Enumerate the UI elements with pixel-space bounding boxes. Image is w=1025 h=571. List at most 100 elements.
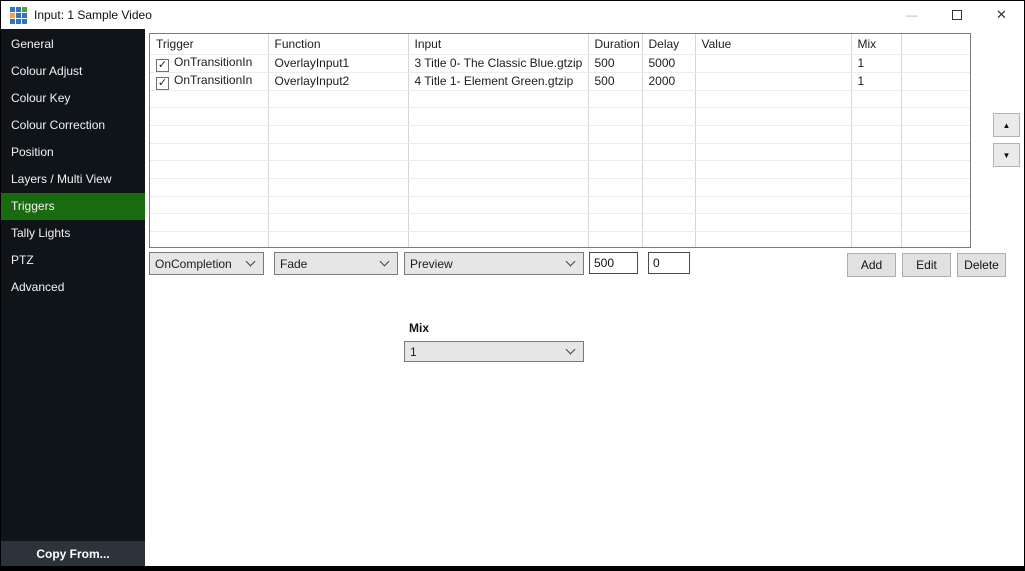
add-button[interactable]: Add bbox=[847, 253, 896, 277]
table-body: ✓OnTransitionInOverlayInput13 Title 0- T… bbox=[150, 54, 971, 248]
empty-table-row bbox=[150, 125, 971, 143]
empty-cell bbox=[695, 232, 851, 249]
chevron-down-icon bbox=[380, 257, 390, 267]
empty-cell bbox=[695, 214, 851, 232]
sidebar-item-layers-multi-view[interactable]: Layers / Multi View bbox=[1, 166, 145, 193]
trigger-type-select[interactable]: OnCompletion bbox=[149, 252, 264, 275]
empty-cell bbox=[408, 108, 588, 126]
empty-cell bbox=[695, 143, 851, 161]
column-header-mix: Mix bbox=[851, 34, 901, 54]
column-header-function: Function bbox=[268, 34, 408, 54]
copy-from-button[interactable]: Copy From... bbox=[1, 541, 145, 567]
cell-trigger: ✓OnTransitionIn bbox=[150, 54, 268, 72]
minimize-button[interactable]: — bbox=[889, 1, 934, 29]
empty-cell bbox=[150, 232, 268, 249]
settings-sidebar: GeneralColour AdjustColour KeyColour Cor… bbox=[1, 29, 145, 568]
title-bar: Input: 1 Sample Video — ✕ bbox=[1, 1, 1024, 29]
cell-value bbox=[695, 72, 851, 90]
column-header-value: Value bbox=[695, 34, 851, 54]
empty-cell bbox=[268, 232, 408, 249]
function-value: Fade bbox=[275, 257, 381, 271]
up-arrow-icon: ▲ bbox=[1003, 121, 1011, 130]
table-row[interactable]: ✓OnTransitionInOverlayInput24 Title 1- E… bbox=[150, 72, 971, 90]
mix-select[interactable]: 1 bbox=[404, 341, 584, 362]
empty-cell bbox=[695, 108, 851, 126]
empty-cell bbox=[901, 90, 971, 108]
empty-cell bbox=[901, 178, 971, 196]
cell-input: 4 Title 1- Element Green.gtzip bbox=[408, 72, 588, 90]
sidebar-item-position[interactable]: Position bbox=[1, 139, 145, 166]
maximize-button[interactable] bbox=[934, 1, 979, 29]
sidebar-item-advanced[interactable]: Advanced bbox=[1, 274, 145, 301]
empty-cell bbox=[695, 125, 851, 143]
empty-cell bbox=[901, 214, 971, 232]
empty-cell bbox=[642, 214, 695, 232]
empty-cell bbox=[588, 178, 642, 196]
empty-cell bbox=[150, 125, 268, 143]
empty-cell bbox=[642, 143, 695, 161]
down-arrow-icon: ▼ bbox=[1003, 151, 1011, 160]
empty-cell bbox=[408, 214, 588, 232]
function-select[interactable]: Fade bbox=[274, 252, 398, 275]
empty-cell bbox=[268, 108, 408, 126]
empty-table-row bbox=[150, 196, 971, 214]
empty-cell bbox=[588, 143, 642, 161]
empty-cell bbox=[268, 143, 408, 161]
empty-cell bbox=[851, 161, 901, 179]
empty-cell bbox=[588, 232, 642, 249]
sidebar-item-tally-lights[interactable]: Tally Lights bbox=[1, 220, 145, 247]
close-icon: ✕ bbox=[996, 7, 1007, 23]
sidebar-item-ptz[interactable]: PTZ bbox=[1, 247, 145, 274]
empty-cell bbox=[150, 161, 268, 179]
sidebar-item-general[interactable]: General bbox=[1, 31, 145, 58]
cell-function: OverlayInput1 bbox=[268, 54, 408, 72]
empty-cell bbox=[901, 143, 971, 161]
table-header-row: TriggerFunctionInputDurationDelayValueMi… bbox=[150, 34, 971, 54]
move-down-button[interactable]: ▼ bbox=[993, 143, 1020, 167]
empty-cell bbox=[901, 108, 971, 126]
close-button[interactable]: ✕ bbox=[979, 1, 1024, 29]
delete-button[interactable]: Delete bbox=[957, 253, 1006, 277]
sidebar-item-triggers[interactable]: Triggers bbox=[1, 193, 145, 220]
empty-cell bbox=[150, 178, 268, 196]
duration-input[interactable] bbox=[589, 252, 638, 274]
empty-cell bbox=[642, 232, 695, 249]
empty-cell bbox=[268, 161, 408, 179]
empty-cell bbox=[408, 125, 588, 143]
empty-cell bbox=[642, 90, 695, 108]
mix-label: Mix bbox=[409, 321, 429, 335]
empty-cell bbox=[851, 125, 901, 143]
column-header-duration: Duration bbox=[588, 34, 642, 54]
sidebar-item-colour-correction[interactable]: Colour Correction bbox=[1, 112, 145, 139]
empty-cell bbox=[851, 214, 901, 232]
edit-button[interactable]: Edit bbox=[902, 253, 951, 277]
empty-cell bbox=[150, 108, 268, 126]
input-select[interactable]: Preview bbox=[404, 252, 584, 275]
move-up-button[interactable]: ▲ bbox=[993, 113, 1020, 137]
empty-cell bbox=[642, 161, 695, 179]
empty-cell bbox=[851, 90, 901, 108]
empty-cell bbox=[901, 196, 971, 214]
table-row[interactable]: ✓OnTransitionInOverlayInput13 Title 0- T… bbox=[150, 54, 971, 72]
empty-cell bbox=[588, 108, 642, 126]
sidebar-item-colour-key[interactable]: Colour Key bbox=[1, 85, 145, 112]
cell-delay: 5000 bbox=[642, 54, 695, 72]
empty-cell bbox=[851, 178, 901, 196]
window-title: Input: 1 Sample Video bbox=[34, 8, 152, 22]
delay-input[interactable] bbox=[648, 252, 690, 274]
input-settings-window: Input: 1 Sample Video — ✕ GeneralColour … bbox=[0, 0, 1025, 571]
cell-value bbox=[695, 54, 851, 72]
empty-cell bbox=[268, 196, 408, 214]
row-enabled-checkbox[interactable]: ✓ bbox=[156, 77, 169, 90]
empty-cell bbox=[150, 196, 268, 214]
cell-mix: 1 bbox=[851, 54, 901, 72]
empty-cell bbox=[588, 161, 642, 179]
empty-cell bbox=[695, 178, 851, 196]
empty-cell bbox=[408, 178, 588, 196]
sidebar-item-colour-adjust[interactable]: Colour Adjust bbox=[1, 58, 145, 85]
empty-cell bbox=[851, 143, 901, 161]
empty-cell bbox=[268, 125, 408, 143]
input-value: Preview bbox=[405, 257, 567, 271]
empty-cell bbox=[588, 125, 642, 143]
row-enabled-checkbox[interactable]: ✓ bbox=[156, 59, 169, 72]
